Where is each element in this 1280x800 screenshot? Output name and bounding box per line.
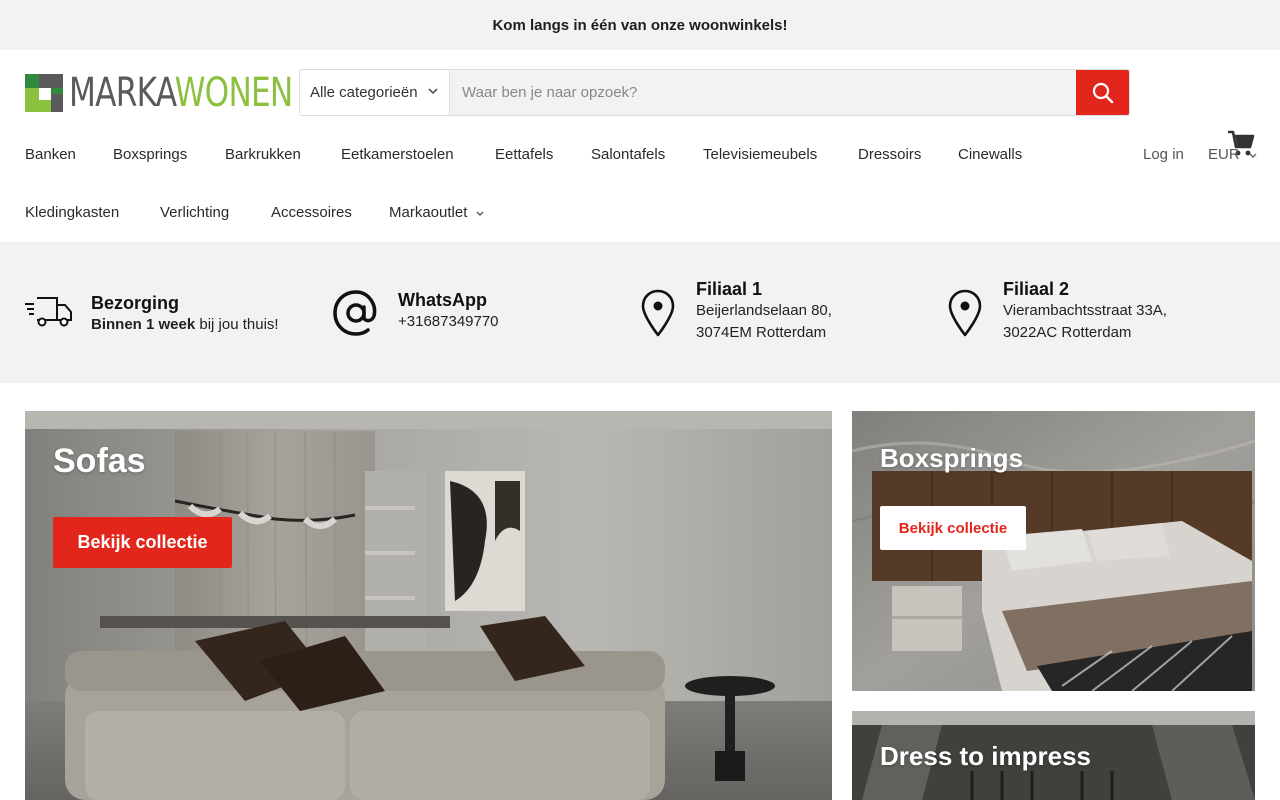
delivery-title: Bezorging [91, 293, 179, 313]
delivery-text: Binnen 1 week bij jou thuis! [91, 316, 279, 333]
hero-boxsprings[interactable]: Boxsprings Bekijk collectie [852, 411, 1255, 691]
hero-sofas-title: Sofas [53, 442, 146, 480]
branch1-info: Filiaal 1 Beijerlandselaan 80, 3074EM Ro… [640, 278, 832, 344]
nav-item-barkrukken[interactable]: Barkrukken [225, 146, 301, 163]
nav-item-salontafels[interactable]: Salontafels [591, 146, 665, 163]
nav-item-dressoirs[interactable]: Dressoirs [858, 146, 921, 163]
hero-dress-title: Dress to impress [880, 741, 1091, 771]
search-button[interactable] [1076, 70, 1129, 115]
branch2-line2: 3022AC Rotterdam [1003, 324, 1132, 341]
logo-mark-icon [25, 74, 63, 112]
logo-text: MARKAWONEN [69, 70, 293, 116]
branch2-line1: Vierambachtsstraat 33A, [1003, 302, 1167, 319]
hero-sofas[interactable]: Sofas Bekijk collectie [25, 411, 832, 800]
nav-item-banken[interactable]: Banken [25, 146, 76, 163]
nav-item-televisiemeubels[interactable]: Televisiemeubels [703, 146, 817, 163]
truck-icon [25, 297, 72, 327]
location-pin-icon [948, 289, 982, 337]
nav-item-eetkamerstoelen[interactable]: Eetkamerstoelen [341, 146, 454, 163]
nav-item-markaoutlet[interactable]: Markaoutlet [389, 204, 484, 221]
nav-item-kledingkasten[interactable]: Kledingkasten [25, 204, 119, 221]
branch2-info: Filiaal 2 Vierambachtsstraat 33A, 3022AC… [947, 278, 1167, 344]
branch2-title: Filiaal 2 [1003, 279, 1070, 299]
at-icon [333, 290, 377, 336]
nav-item-accessoires[interactable]: Accessoires [271, 204, 352, 221]
nav-item-cinewalls[interactable]: Cinewalls [958, 146, 1022, 163]
chevron-down-icon [476, 211, 484, 216]
branch1-line2: 3074EM Rotterdam [696, 324, 827, 341]
info-bar: Bezorging Binnen 1 week bij jou thuis! W… [0, 242, 1280, 383]
search-input[interactable] [450, 70, 1076, 115]
branch1-title: Filiaal 1 [696, 279, 763, 299]
whatsapp-title: WhatsApp [398, 290, 487, 310]
hero-boxsprings-title: Boxsprings [880, 443, 1024, 473]
location-pin-icon [641, 289, 675, 337]
announcement-bar: Kom langs in één van onze woonwinkels! [0, 0, 1280, 50]
currency-select[interactable]: EUR [1208, 146, 1257, 163]
main-nav: Banken Boxsprings Barkrukken Eetkamersto… [0, 135, 1280, 242]
search-bar: Alle categorieën [299, 69, 1130, 116]
boxsprings-collection-button[interactable]: Bekijk collectie [880, 506, 1026, 550]
chevron-down-icon [428, 87, 438, 98]
category-select[interactable]: Alle categorieën [300, 70, 450, 115]
delivery-info: Bezorging Binnen 1 week bij jou thuis! [25, 292, 279, 336]
branch1-line1: Beijerlandselaan 80, [696, 302, 832, 319]
whatsapp-info[interactable]: WhatsApp +31687349770 [332, 289, 499, 337]
nav-item-verlichting[interactable]: Verlichting [160, 204, 229, 221]
chevron-down-icon [1249, 153, 1257, 158]
search-icon [1092, 82, 1113, 103]
announcement-text: Kom langs in één van onze woonwinkels! [492, 16, 788, 34]
nav-item-boxsprings[interactable]: Boxsprings [113, 146, 187, 163]
whatsapp-phone: +31687349770 [398, 313, 499, 330]
nav-item-eettafels[interactable]: Eettafels [495, 146, 553, 163]
sofa-scene-image [25, 411, 832, 800]
hero-dress-to-impress[interactable]: Dress to impress [852, 711, 1255, 800]
login-link[interactable]: Log in [1143, 146, 1184, 163]
sofas-collection-button[interactable]: Bekijk collectie [53, 517, 232, 568]
